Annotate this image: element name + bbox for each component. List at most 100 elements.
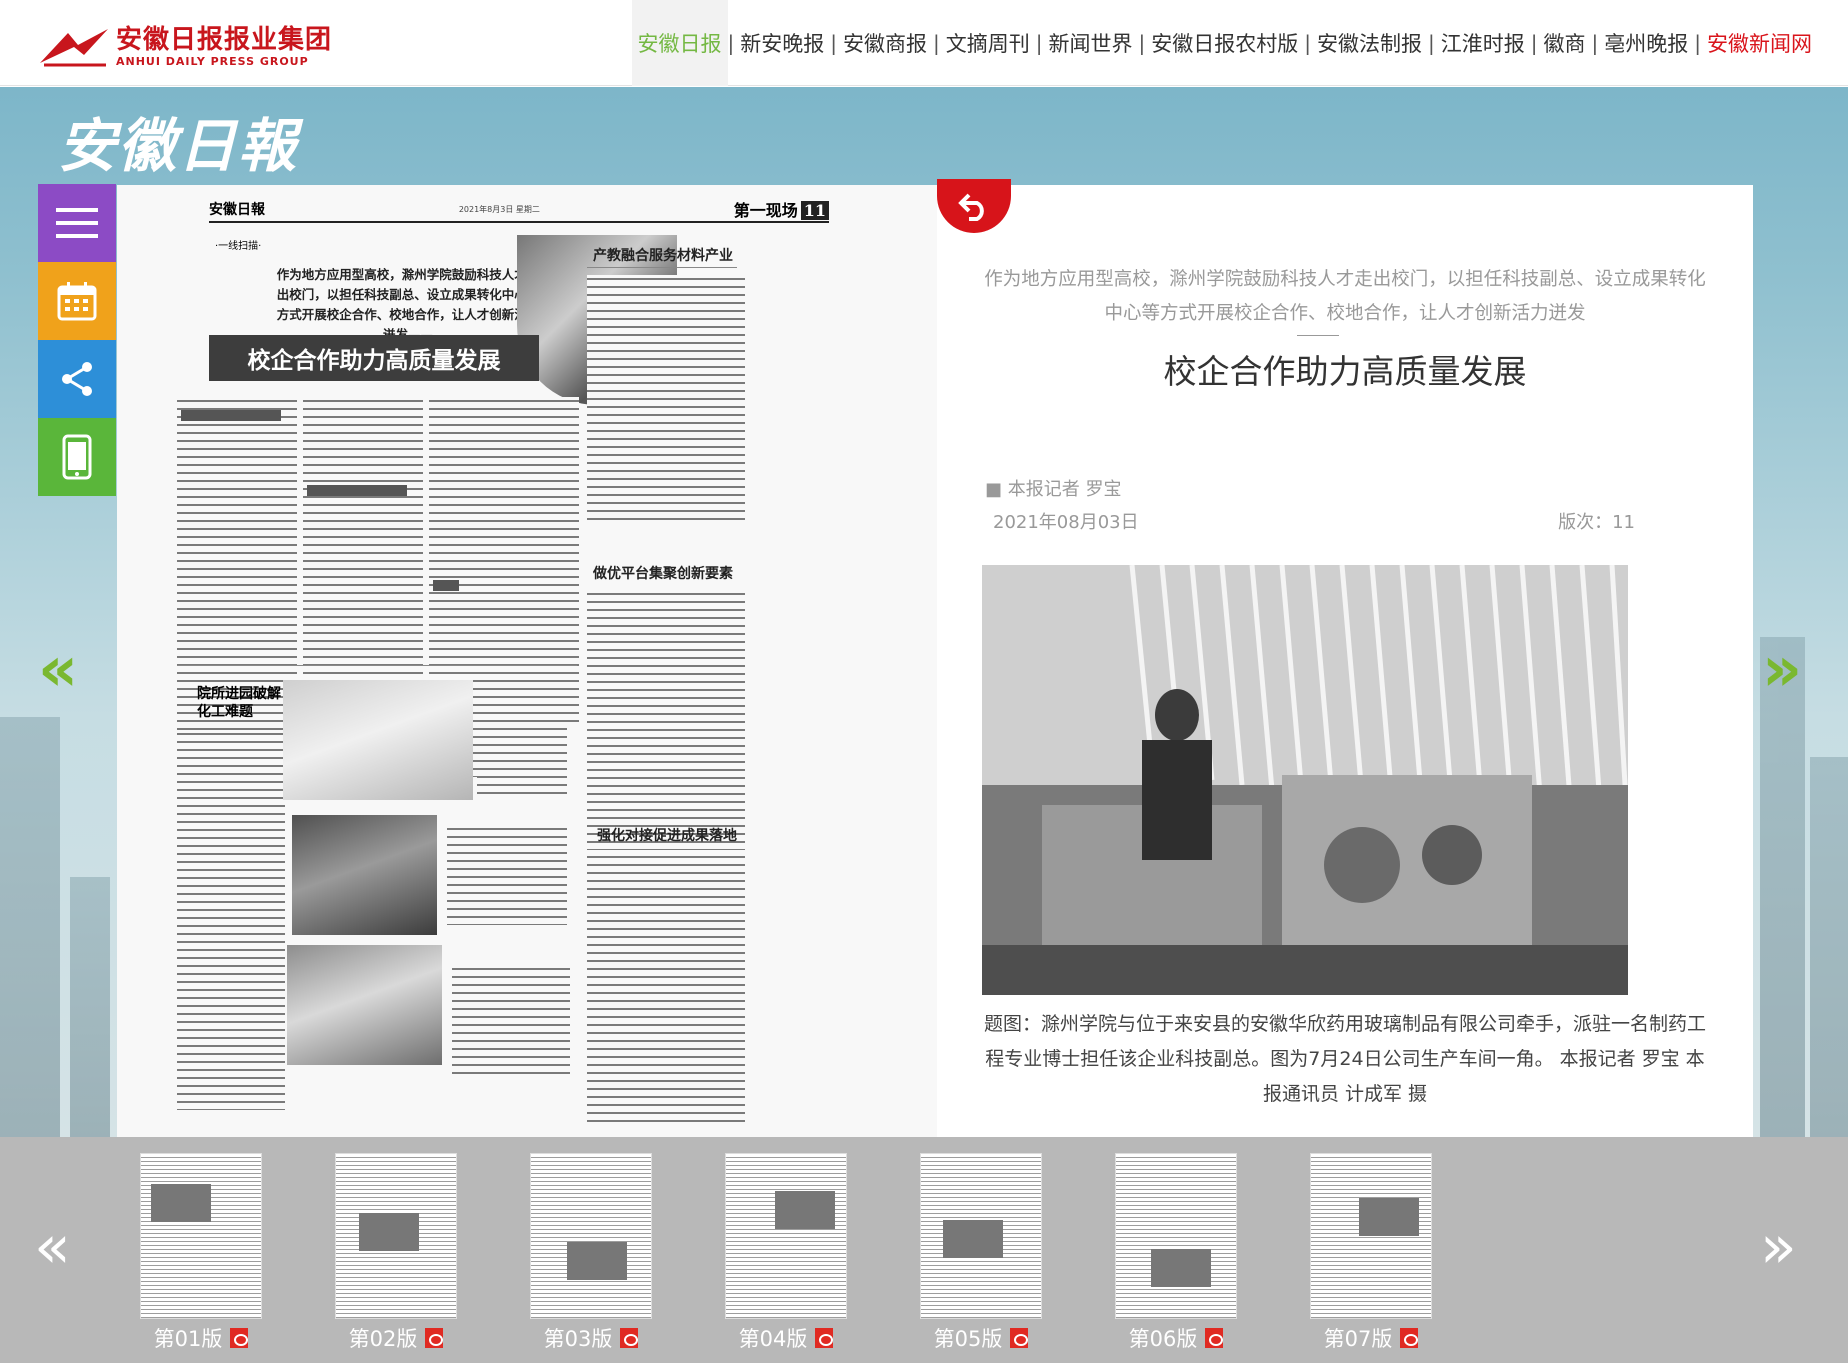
prev-editions-arrow[interactable]: « <box>34 1212 71 1282</box>
edition-thumbnail[interactable]: 第01版 <box>140 1153 262 1353</box>
menu-button[interactable] <box>38 184 116 262</box>
section-name: 第一现场 <box>733 201 798 220</box>
section-label: 第一现场 11 <box>734 197 829 221</box>
caption-column <box>477 685 567 795</box>
edition-thumbnail[interactable]: 第02版 <box>335 1153 457 1353</box>
nav-item[interactable]: 江淮时报 <box>1435 0 1531 86</box>
inline-subhead <box>181 410 281 421</box>
article-date: 2021年08月03日 <box>993 512 1139 533</box>
preview-photo-block <box>359 1213 419 1251</box>
edition-label-text: 第05版 <box>933 1327 1003 1351</box>
pdf-icon[interactable] <box>1205 1328 1224 1348</box>
edition-thumbnail[interactable]: 第04版 <box>725 1153 847 1353</box>
subhead-1: 产教融合服务材料产业 <box>593 248 733 264</box>
lab-photo <box>292 815 437 935</box>
article-title: 校企合作助力高质量发展 <box>1163 352 1527 391</box>
text-column <box>177 730 285 1110</box>
nav-separator: | <box>1035 31 1043 55</box>
preview-photo-block <box>943 1220 1003 1258</box>
edition-strip: « » 第01版 第02版 第03版 第04版 第05版 第06版 第07版 <box>0 1137 1848 1363</box>
subhead-2: 做优平台集聚创新要素 <box>593 566 733 582</box>
edition-thumbnail[interactable]: 第05版 <box>920 1153 1042 1353</box>
section-page-number: 11 <box>800 201 829 220</box>
photo-caption: 题图：滁州学院与位于来安县的安徽华欣药用玻璃制品有限公司牵手，派驻一名制药工程专… <box>983 1013 1706 1105</box>
page-headline[interactable]: 校企合作助力高质量发展 <box>209 335 539 381</box>
caption-column <box>452 965 570 1075</box>
edition-preview[interactable] <box>920 1153 1042 1319</box>
edition-preview[interactable] <box>140 1153 262 1319</box>
edition-preview[interactable] <box>530 1153 652 1319</box>
edition-thumbnail[interactable]: 第06版 <box>1115 1153 1237 1353</box>
edition-preview[interactable] <box>335 1153 457 1319</box>
edition-label-text: 第03版 <box>543 1327 613 1351</box>
pdf-icon[interactable] <box>230 1328 249 1348</box>
page-lead-text: 作为地方应用型高校，滁州学院鼓励科技人才走出校门，以担任科技副总、设立成果转化中… <box>276 267 540 342</box>
calendar-icon <box>57 282 97 321</box>
calendar-button[interactable] <box>38 262 116 340</box>
preview-photo-block <box>775 1191 835 1229</box>
nav-separator: | <box>1694 31 1701 55</box>
pdf-icon[interactable] <box>425 1328 444 1348</box>
edition-label-text: 第01版 <box>153 1327 223 1351</box>
edition-label[interactable]: 第03版 <box>530 1323 652 1353</box>
subhead-3: 院所进园破解化工难题 <box>197 686 281 720</box>
edition-preview[interactable] <box>1310 1153 1432 1319</box>
meeting-photo <box>287 945 442 1065</box>
masthead-name: 安徽日報 <box>209 202 265 218</box>
nav-item[interactable]: 安徽新闻网 <box>1701 0 1818 86</box>
next-editions-arrow[interactable]: » <box>1760 1212 1797 1282</box>
nav-item[interactable]: 安徽法制报 <box>1311 0 1428 86</box>
edition-label[interactable]: 第04版 <box>725 1323 847 1353</box>
logo-text-en: ANHUI DAILY PRESS GROUP <box>116 54 309 68</box>
press-group-logo[interactable]: 安徽日报报业集团 ANHUI DAILY PRESS GROUP <box>38 22 332 70</box>
share-icon <box>62 362 92 396</box>
edition-thumbnail[interactable]: 第03版 <box>530 1153 652 1353</box>
factory-photo-illustration <box>982 565 1628 995</box>
nav-item[interactable]: 新安晚报 <box>734 0 830 86</box>
edition-label-text: 第02版 <box>348 1327 418 1351</box>
edition-preview[interactable] <box>1115 1153 1237 1319</box>
nav-item[interactable]: 亳州晚报 <box>1598 0 1694 86</box>
mobile-button[interactable] <box>38 418 116 496</box>
top-header: 安徽日报报业集团 ANHUI DAILY PRESS GROUP 安徽日报 | 新安… <box>0 0 1848 86</box>
edition-preview[interactable] <box>725 1153 847 1319</box>
edition-label[interactable]: 第06版 <box>1115 1323 1237 1353</box>
nav-item[interactable]: 安徽商报 <box>837 0 933 86</box>
pdf-icon[interactable] <box>620 1328 639 1348</box>
pdf-icon[interactable] <box>815 1328 834 1348</box>
edition-label[interactable]: 第07版 <box>1310 1323 1432 1353</box>
edition-thumbnail[interactable]: 第07版 <box>1310 1153 1432 1353</box>
nav-separator: | <box>1530 31 1538 55</box>
section-tag: ·一线扫描· <box>215 241 262 252</box>
nav-item[interactable]: 安徽日报 <box>631 0 728 86</box>
mobile-icon <box>62 434 92 480</box>
edition-label[interactable]: 第01版 <box>140 1323 262 1353</box>
menu-icon <box>56 208 98 238</box>
page-masthead: 安徽日報 2021年8月3日 星期二 第一现场 11 <box>209 197 829 223</box>
share-button[interactable] <box>38 340 116 418</box>
next-page-arrow[interactable]: » <box>1762 632 1802 705</box>
back-button[interactable] <box>937 179 1011 233</box>
nav-separator: | <box>727 31 735 55</box>
article-lead: 作为地方应用型高校，滁州学院鼓励科技人才走出校门，以担任科技副总、设立成果转化中… <box>984 269 1706 324</box>
newspaper-nav: 安徽日报 | 新安晚报 | 安徽商报 | 文摘周刊 | 新闻世界 | 安徽日报农村版 | 安徽法制报 | 江… <box>631 0 1819 86</box>
nav-item[interactable]: 安徽日报农村版 <box>1145 0 1304 86</box>
masthead-date: 2021年8月3日 星期二 <box>458 204 540 214</box>
edition-label[interactable]: 第02版 <box>335 1323 457 1353</box>
prev-page-arrow[interactable]: « <box>38 632 78 705</box>
newspaper-page[interactable]: 安徽日報 2021年8月3日 星期二 第一现场 11 ·一线扫描· 作为地方应用型… <box>117 185 937 1137</box>
nav-item[interactable]: 新闻世界 <box>1043 0 1139 86</box>
nav-item[interactable]: 文摘周刊 <box>940 0 1036 86</box>
return-arrow-icon <box>958 193 984 221</box>
nav-separator: | <box>1304 31 1311 55</box>
article-photo <box>982 565 1628 995</box>
pdf-icon[interactable] <box>1400 1328 1419 1348</box>
edition-label[interactable]: 第05版 <box>920 1323 1042 1353</box>
pdf-icon[interactable] <box>1010 1328 1029 1348</box>
anhui-daily-logo: 安徽日報 <box>58 112 299 180</box>
preview-photo-block <box>1359 1198 1419 1236</box>
nav-separator: | <box>1428 31 1435 55</box>
nav-item[interactable]: 徽商 <box>1538 0 1592 86</box>
nav-separator: | <box>933 31 940 55</box>
text-column <box>587 853 745 1123</box>
